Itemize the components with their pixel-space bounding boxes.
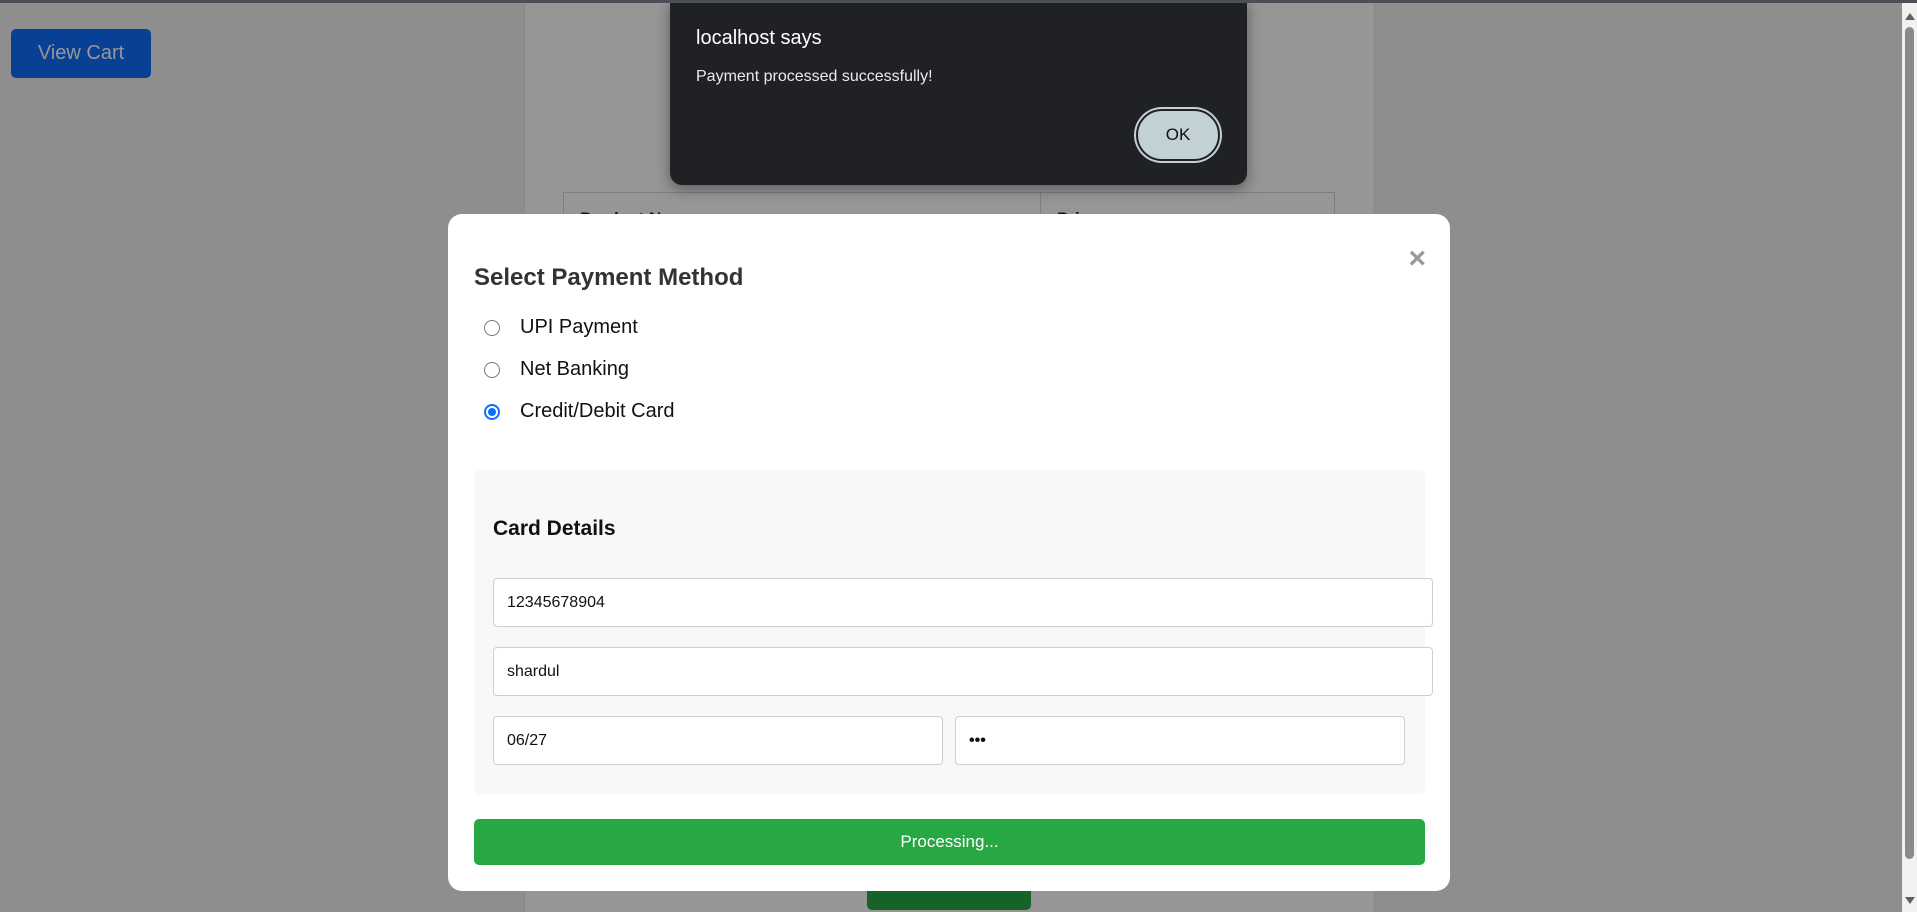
modal-title: Select Payment Method xyxy=(474,264,744,291)
scroll-up-arrow-icon[interactable] xyxy=(1905,13,1915,20)
scroll-down-arrow-icon[interactable] xyxy=(1905,897,1915,904)
payment-option-upi[interactable]: UPI Payment xyxy=(484,316,638,339)
payment-option-label: UPI Payment xyxy=(520,316,638,338)
close-icon[interactable]: × xyxy=(1408,244,1426,274)
net-banking-radio[interactable] xyxy=(484,361,500,378)
card-name-input[interactable]: shardul xyxy=(493,647,1433,696)
cvv-input[interactable]: ••• xyxy=(955,716,1405,765)
browser-top-border xyxy=(0,0,1917,3)
alert-ok-button[interactable]: OK xyxy=(1136,109,1220,161)
payment-option-card[interactable]: Credit/Debit Card xyxy=(484,400,675,423)
payment-modal: × Select Payment Method UPI Payment Net … xyxy=(448,214,1450,891)
upi-radio[interactable] xyxy=(484,319,500,336)
alert-title: localhost says xyxy=(696,27,822,49)
payment-option-label: Credit/Debit Card xyxy=(520,400,675,422)
card-details-title: Card Details xyxy=(493,517,616,540)
card-number-input[interactable]: 12345678904 xyxy=(493,578,1433,627)
scroll-thumb[interactable] xyxy=(1905,27,1914,859)
payment-option-net-banking[interactable]: Net Banking xyxy=(484,358,629,381)
card-details-panel: Card Details 12345678904 shardul 06/27 •… xyxy=(474,470,1433,794)
pay-button[interactable]: Processing... xyxy=(474,819,1425,865)
alert-message: Payment processed successfully! xyxy=(696,68,933,85)
alert-dialog: localhost says Payment processed success… xyxy=(670,0,1247,185)
payment-option-label: Net Banking xyxy=(520,358,629,380)
expiry-input[interactable]: 06/27 xyxy=(493,716,943,765)
card-radio[interactable] xyxy=(484,403,500,420)
vertical-scrollbar[interactable] xyxy=(1902,3,1917,912)
